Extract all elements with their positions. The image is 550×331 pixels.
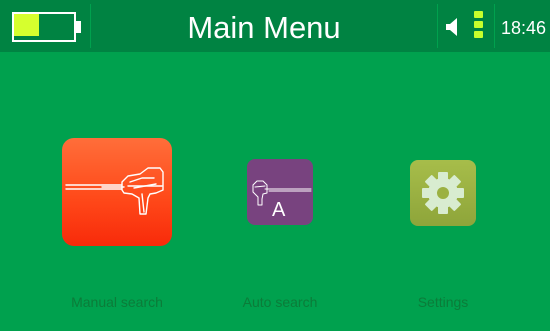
auto-search-button[interactable]: A	[247, 159, 313, 225]
battery-icon	[12, 12, 82, 42]
auto-letter: A	[272, 199, 286, 221]
settings-button[interactable]	[410, 160, 476, 226]
battery-level-fill	[14, 14, 39, 36]
divider	[437, 4, 438, 48]
divider	[90, 4, 91, 48]
page-title: Main Menu	[187, 10, 341, 45]
status-bar: Main Menu 18:46	[0, 0, 550, 52]
auto-search-label: Auto search	[242, 294, 318, 310]
manual-search-button[interactable]	[62, 138, 172, 246]
manual-detector-icon	[65, 167, 164, 215]
gear-icon	[422, 172, 464, 214]
settings-label: Settings	[417, 294, 469, 310]
main-menu-screen: Main Menu 18:46 A Manual search Auto sea…	[0, 0, 550, 331]
divider	[494, 4, 495, 48]
clock: 18:46	[500, 18, 547, 38]
signal-strength-icon	[474, 11, 484, 41]
manual-search-label: Manual search	[71, 294, 163, 310]
auto-detector-icon: A	[252, 180, 312, 221]
speaker-icon[interactable]	[446, 17, 460, 37]
